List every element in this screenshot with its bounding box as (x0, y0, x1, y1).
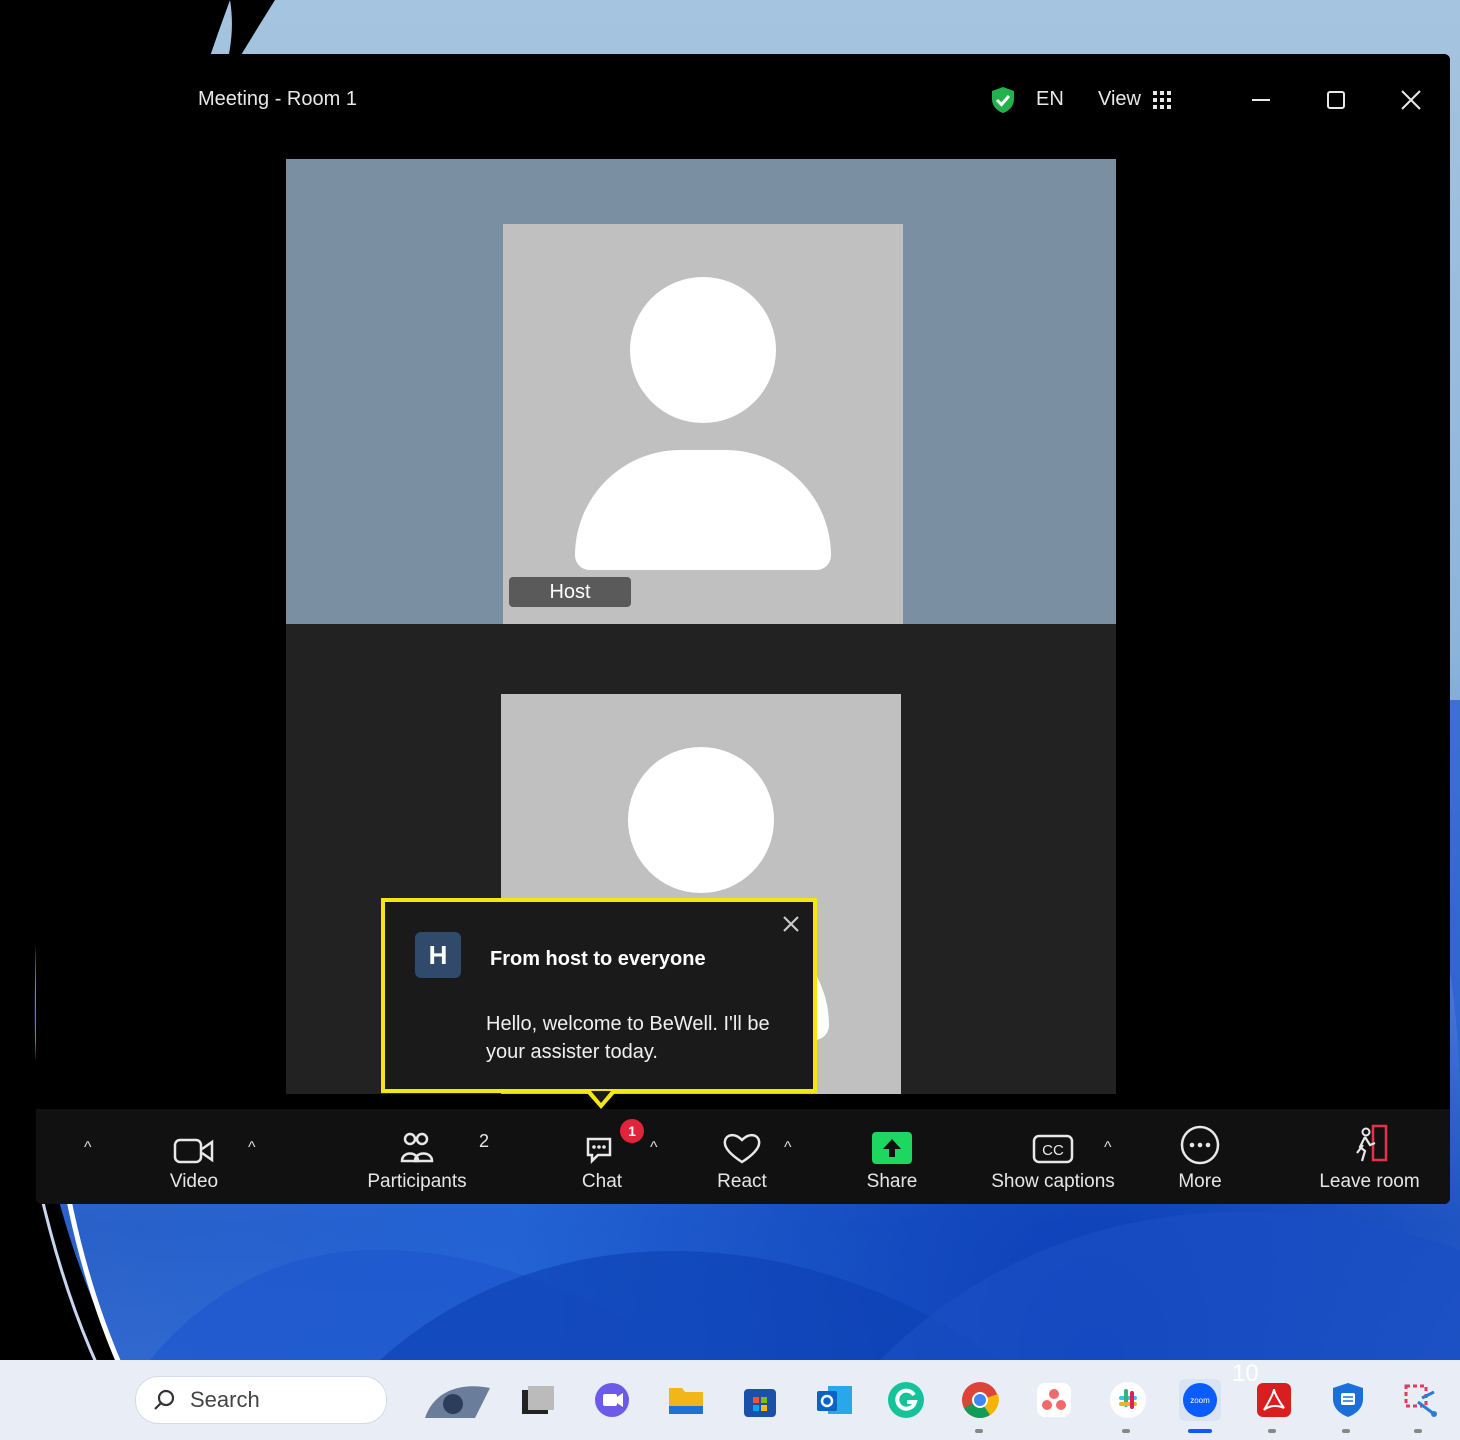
minimize-button[interactable] (1241, 80, 1281, 120)
chat-button[interactable]: 1 Chat (572, 1109, 644, 1204)
sender-avatar: H (415, 932, 461, 978)
heart-icon (723, 1133, 761, 1164)
more-icon (1180, 1125, 1220, 1165)
avatar-body-icon (575, 450, 831, 570)
language-button[interactable]: EN (1036, 88, 1064, 111)
asana-icon[interactable] (1032, 1378, 1076, 1422)
leave-room-label: Leave room (1319, 1171, 1420, 1192)
chat-icon (586, 1137, 612, 1165)
close-window-button[interactable] (1391, 80, 1431, 120)
task-view-icon[interactable] (516, 1378, 560, 1422)
audio-options-caret[interactable]: ^ (84, 1139, 92, 1157)
search-placeholder: Search (190, 1387, 260, 1412)
host-avatar-frame: Host (503, 224, 903, 624)
defender-icon[interactable] (1326, 1378, 1370, 1422)
encryption-shield-icon[interactable] (988, 85, 1018, 115)
participant-name-tag: Host (509, 577, 631, 607)
grammarly-icon[interactable] (884, 1378, 928, 1422)
react-button[interactable]: React (712, 1109, 772, 1204)
more-label: More (1178, 1171, 1222, 1192)
running-indicator (1122, 1429, 1130, 1433)
close-popup-button[interactable] (783, 912, 799, 938)
closed-captions-icon: CC (1032, 1134, 1074, 1164)
share-label: Share (866, 1171, 918, 1192)
view-button[interactable]: View (1098, 88, 1171, 111)
running-indicator (1342, 1429, 1350, 1433)
snipping-tool-icon[interactable] (1398, 1378, 1442, 1422)
more-button[interactable]: More (1170, 1109, 1230, 1204)
react-options-caret[interactable]: ^ (784, 1139, 792, 1157)
fan-icon[interactable] (415, 1378, 495, 1422)
participants-label: Participants (367, 1171, 467, 1192)
window-title: Meeting - Room 1 (198, 88, 357, 110)
active-indicator (1188, 1429, 1212, 1433)
chat-notification-popup[interactable]: H From host to everyone Hello, welcome t… (381, 898, 817, 1093)
popup-pointer-inner (591, 1091, 611, 1103)
chat-options-caret[interactable]: ^ (650, 1139, 658, 1157)
show-captions-button[interactable]: CC Show captions (988, 1109, 1118, 1204)
participants-icon (400, 1132, 434, 1163)
maximize-button[interactable] (1316, 80, 1356, 120)
view-label: View (1098, 88, 1141, 110)
outlook-icon[interactable] (812, 1378, 856, 1422)
search-icon (154, 1389, 175, 1410)
file-explorer-icon[interactable] (664, 1378, 708, 1422)
video-button[interactable]: Video (164, 1109, 224, 1204)
video-label: Video (169, 1171, 219, 1192)
close-icon (1401, 90, 1421, 110)
video-options-caret[interactable]: ^ (248, 1139, 256, 1157)
react-label: React (717, 1171, 767, 1192)
running-indicator (1414, 1429, 1422, 1433)
chat-message-text: Hello, welcome to BeWell. I'll be your a… (486, 1013, 770, 1063)
teams-icon[interactable] (590, 1378, 634, 1422)
minimize-icon (1252, 99, 1270, 101)
store-icon[interactable] (738, 1378, 782, 1422)
svg-text:zoom: zoom (1190, 1396, 1210, 1405)
chat-unread-badge: 1 (620, 1119, 644, 1143)
share-screen-icon (872, 1132, 912, 1164)
chrome-icon[interactable] (958, 1378, 1002, 1422)
share-button[interactable]: Share (862, 1109, 922, 1204)
running-indicator (975, 1429, 983, 1433)
captions-label: Show captions (991, 1171, 1115, 1192)
avatar-head-icon (628, 747, 774, 893)
video-tile-host[interactable]: Host (286, 159, 1116, 624)
running-indicator (1268, 1429, 1276, 1433)
chat-sender-line: From host to everyone (490, 948, 706, 970)
chat-label: Chat (581, 1171, 623, 1192)
captions-options-caret[interactable]: ^ (1104, 1139, 1112, 1157)
grid-icon (1153, 90, 1171, 109)
close-icon (783, 916, 799, 932)
participants-count: 2 (479, 1131, 490, 1151)
maximize-icon (1327, 91, 1345, 109)
taskbar-search[interactable]: Search (135, 1376, 387, 1424)
slack-icon[interactable] (1106, 1378, 1150, 1422)
participants-button[interactable]: 2 Participants (362, 1109, 489, 1204)
video-camera-icon (173, 1138, 214, 1164)
slide-number: 10 (1232, 1360, 1259, 1387)
zoom-icon[interactable]: zoom (1178, 1378, 1222, 1422)
leave-room-icon (1355, 1124, 1387, 1162)
meeting-toolbar: ^ Video ^ 2 Participants 1 Chat ^ React … (36, 1109, 1450, 1204)
title-bar: Meeting - Room 1 EN View (36, 54, 1450, 142)
svg-text:CC: CC (1042, 1142, 1064, 1159)
avatar-head-icon (630, 277, 776, 423)
leave-room-button[interactable]: Leave room (1312, 1109, 1427, 1204)
